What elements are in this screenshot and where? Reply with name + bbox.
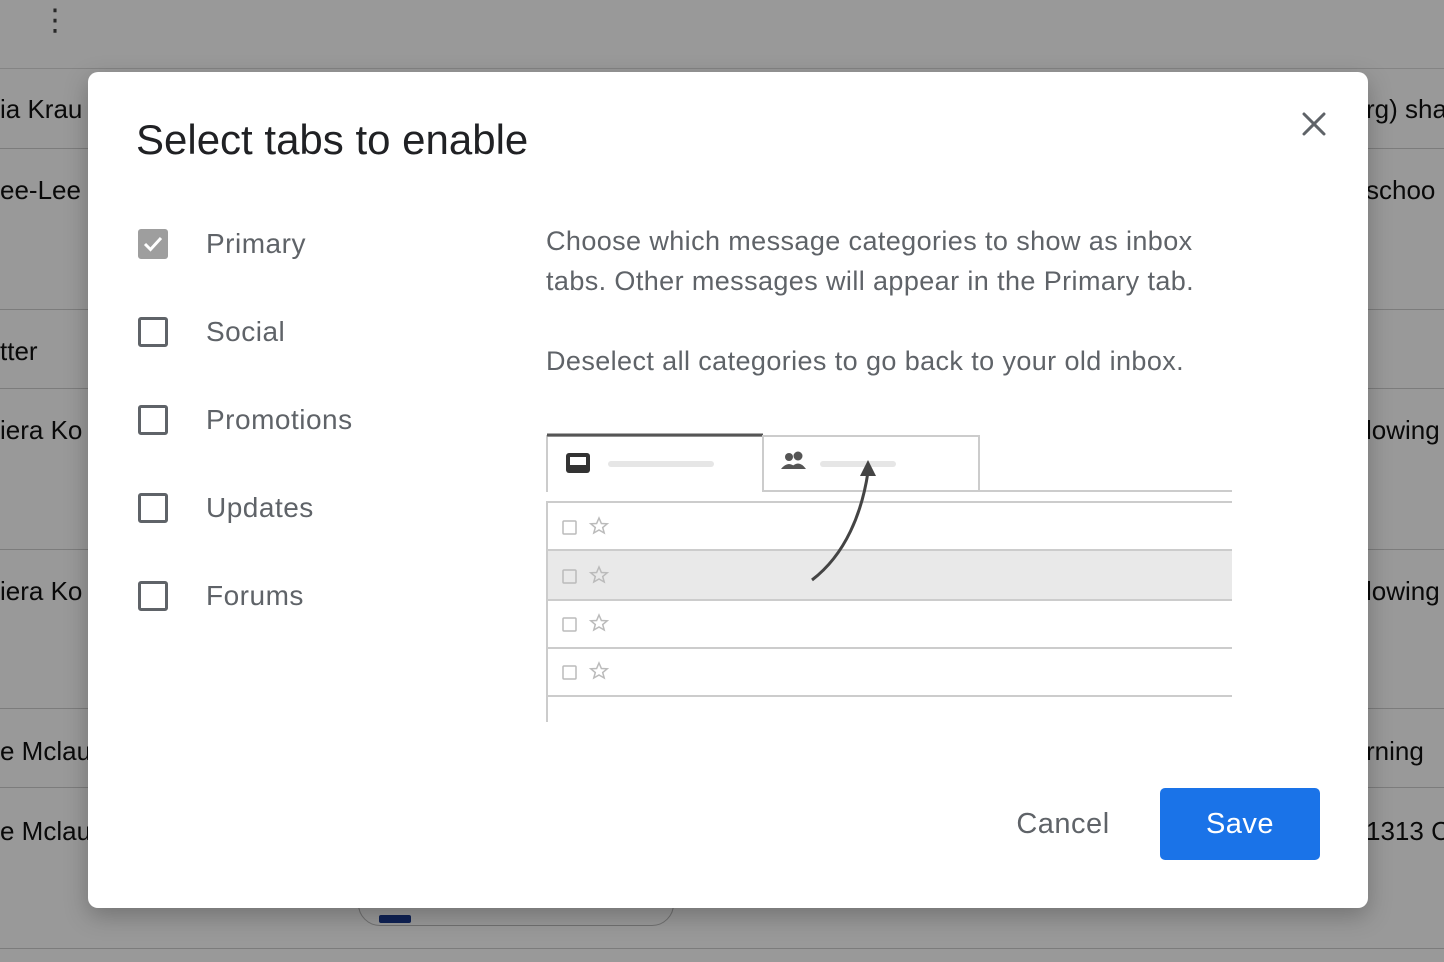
category-updates[interactable]: Updates (138, 490, 314, 526)
primary-label: Primary (206, 228, 306, 259)
cancel-button[interactable]: Cancel (1000, 788, 1126, 860)
category-primary[interactable]: Primary (138, 226, 306, 262)
social-label: Social (206, 316, 286, 347)
social-checkbox[interactable] (138, 317, 168, 347)
category-forums[interactable]: Forums (138, 578, 304, 614)
description-line: Deselect all categories to go back to yo… (546, 346, 1185, 376)
save-button[interactable]: Save (1160, 788, 1320, 860)
description-line: Choose which message categories to show … (546, 226, 1193, 256)
category-promotions[interactable]: Promotions (138, 402, 353, 438)
select-tabs-dialog: Select tabs to enable Primary Social Pro… (88, 72, 1368, 908)
dialog-title: Select tabs to enable (136, 116, 529, 163)
category-social[interactable]: Social (138, 314, 285, 350)
promotions-checkbox[interactable] (138, 405, 168, 435)
check-icon (143, 236, 163, 252)
inbox-icon (566, 453, 590, 473)
promotions-label: Promotions (206, 404, 353, 435)
people-icon (781, 451, 806, 469)
close-button[interactable] (1296, 106, 1332, 142)
forums-checkbox[interactable] (138, 581, 168, 611)
forums-label: Forums (206, 580, 304, 611)
close-icon (1302, 112, 1326, 136)
description-line: tabs. Other messages will appear in the … (546, 266, 1195, 296)
inbox-tabs-illustration (546, 433, 1232, 722)
updates-checkbox[interactable] (138, 493, 168, 523)
primary-checkbox[interactable] (138, 229, 168, 259)
updates-label: Updates (206, 492, 314, 523)
